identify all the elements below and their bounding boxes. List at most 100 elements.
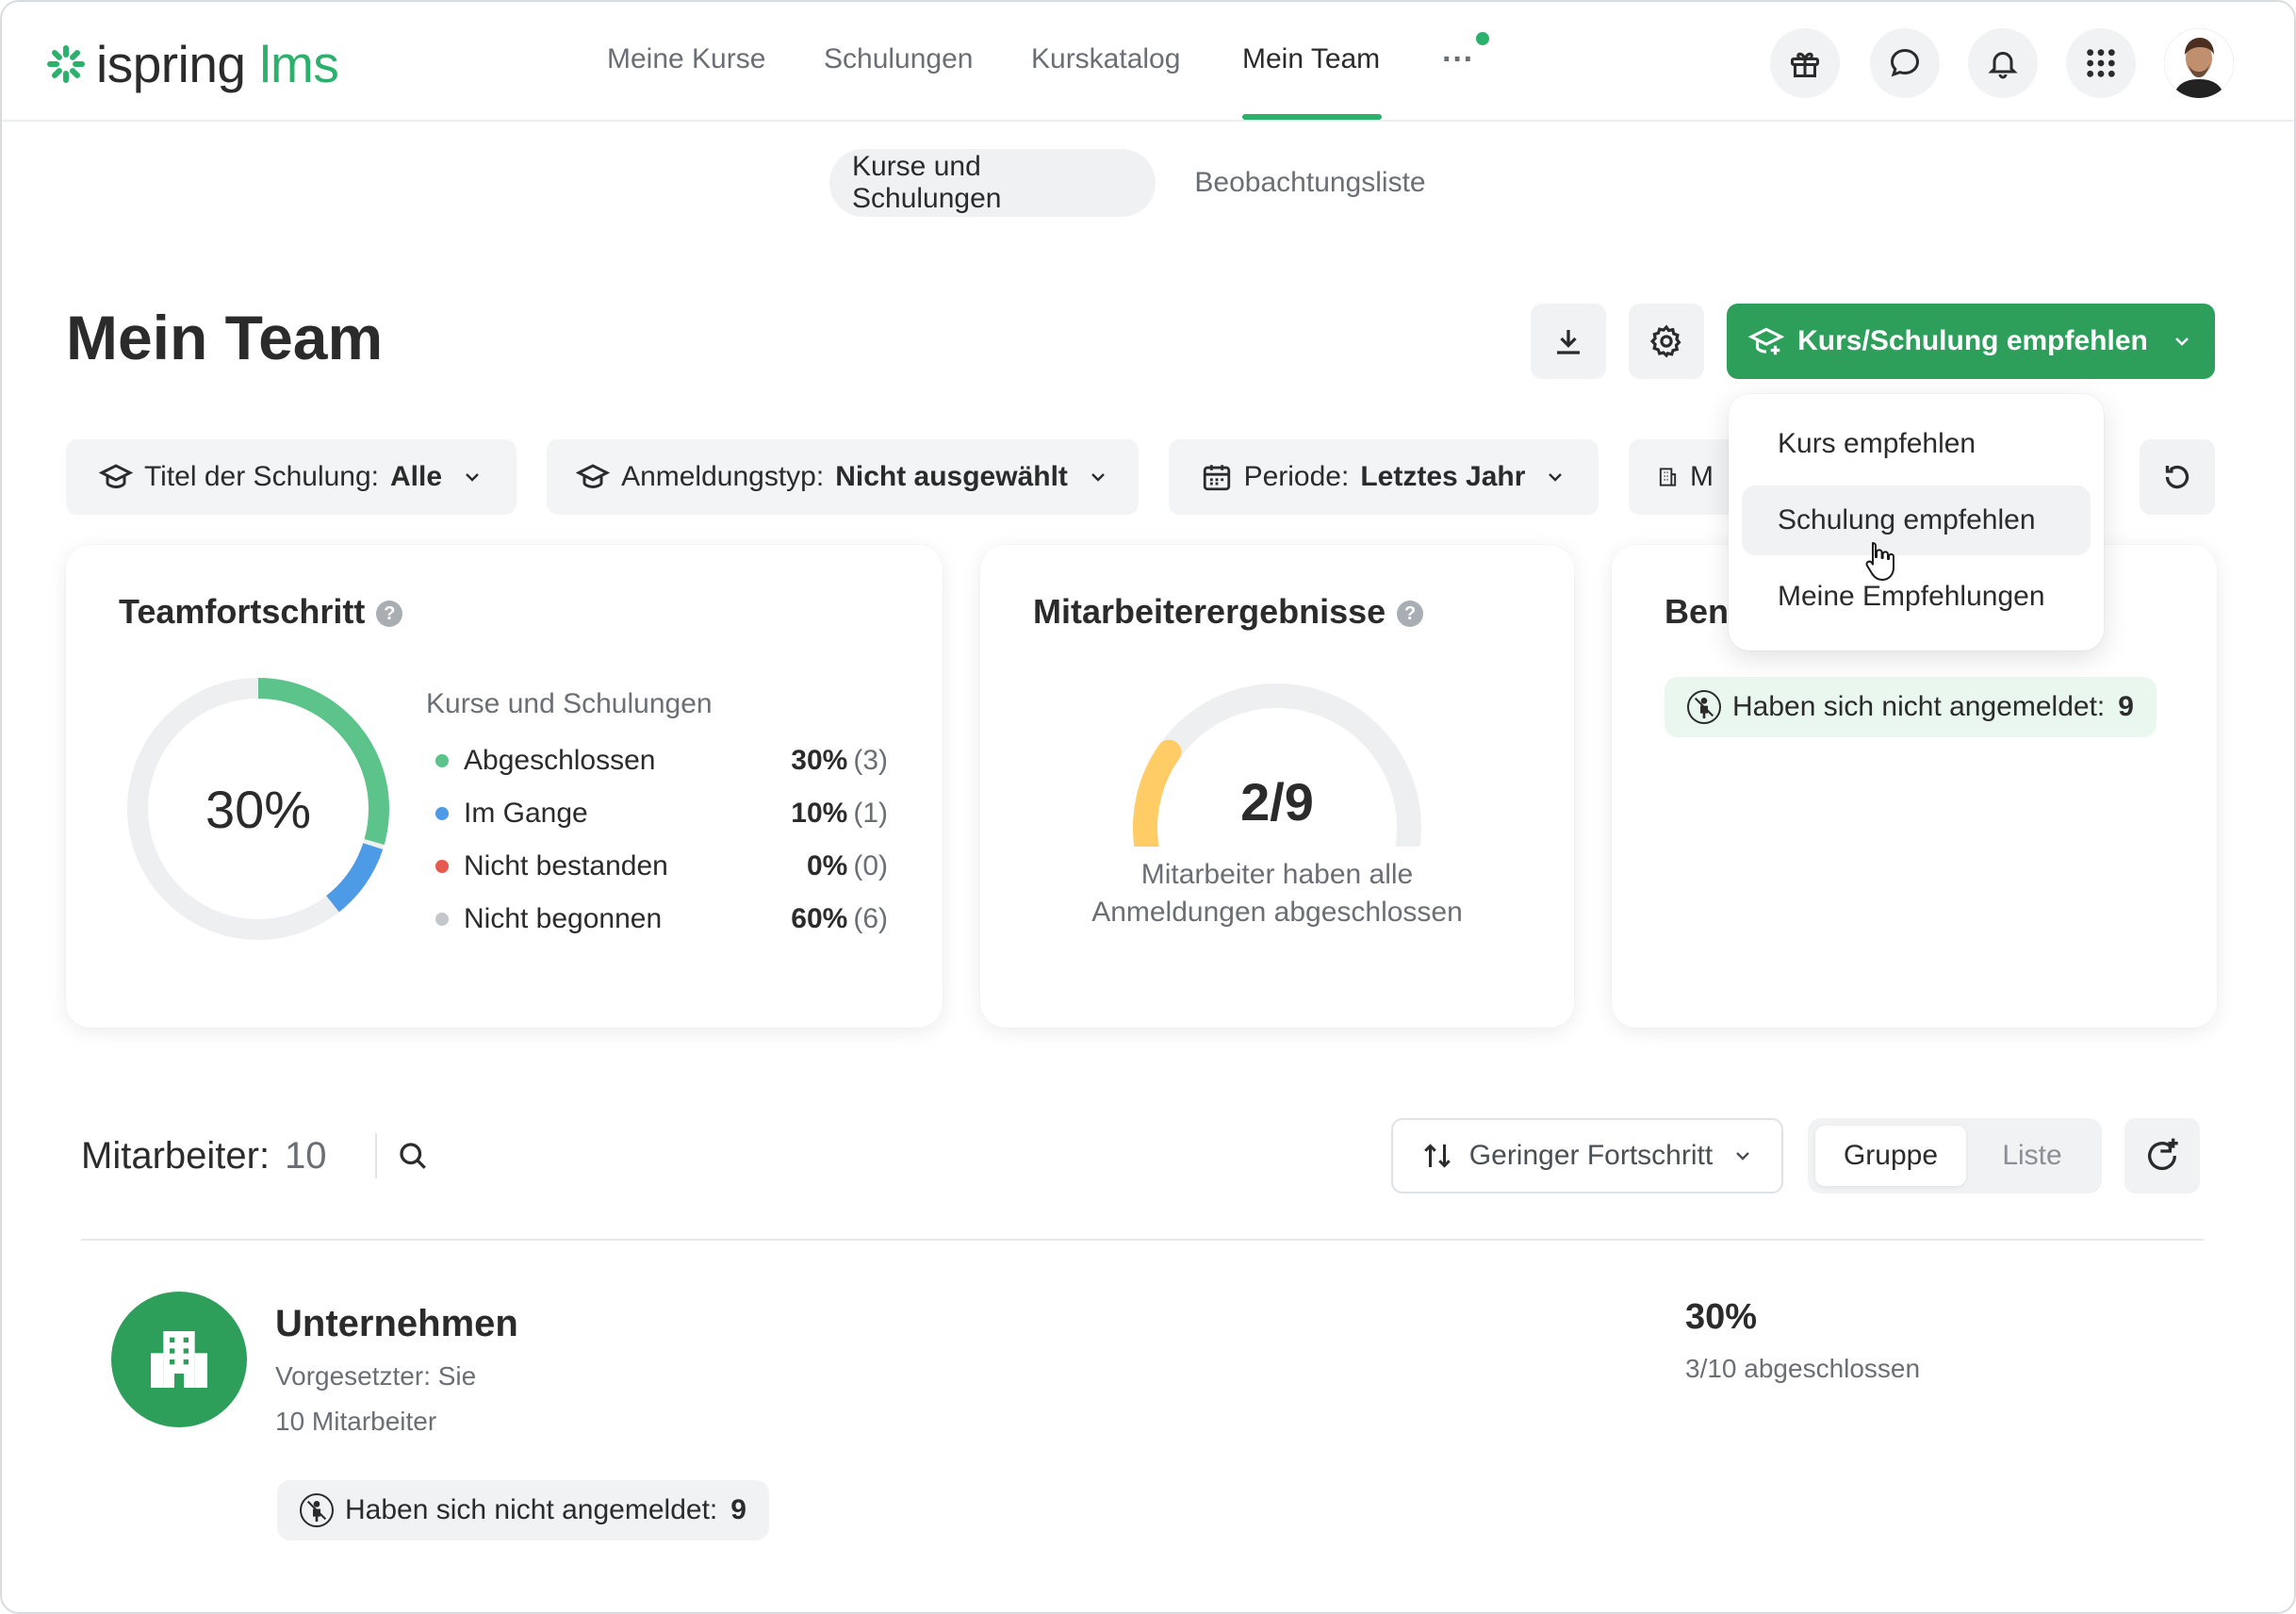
group-manager: Vorgesetzter: Sie [275,1361,477,1391]
chat-icon [1890,48,1920,77]
notification-dot [1476,32,1489,45]
section-divider [81,1239,2204,1241]
legend-row-completed: Abgeschlossen 30% (3) [426,741,888,779]
header-divider [375,1133,377,1178]
reset-icon [2165,465,2189,489]
menu-item-recommend-course[interactable]: Kurs empfehlen [1742,409,2091,479]
nav-active-indicator [1242,114,1382,120]
view-toggle-group[interactable]: Gruppe [1815,1126,1966,1186]
group-progress-pct: 30% [1685,1297,1758,1337]
group-name[interactable]: Unternehmen [275,1303,518,1345]
legend-label: Nicht bestanden [464,850,668,881]
top-header: ispring lms Meine Kurse Schulungen Kursk… [2,2,2294,122]
recommend-button-label: Kurs/Schulung empfehlen [1797,325,2148,356]
gift-button[interactable] [1770,28,1840,98]
card-title-text: Mitarbeiterergebnisse [1033,592,1386,631]
person-crossed-icon [300,1493,334,1527]
gauge-caption: Mitarbeiter haben alle Anmeldungen abges… [980,856,1574,931]
logo[interactable]: ispring lms [45,34,339,94]
legend-dot [435,807,449,820]
download-button[interactable] [1531,304,1606,379]
view-toggle-list[interactable]: Liste [1970,1126,2094,1186]
graduation-cap-plus-icon [1748,327,1785,355]
filter-course-title[interactable]: Titel der Schulung: Alle [66,439,517,515]
gauge-value: 2/9 [1240,772,1314,832]
card-title-text: Teamfortschritt [119,592,366,631]
logo-brand: ispring [96,35,246,93]
filter-value: Letztes Jahr [1360,461,1526,492]
legend-count: (1) [853,798,888,829]
apps-button[interactable] [2066,28,2136,98]
reset-filters-button[interactable] [2140,439,2215,515]
employees-heading: Mitarbeiter: 10 [81,1135,327,1178]
chip-value: 9 [2118,691,2134,722]
progress-subtitle: Kurse und Schulungen [426,688,713,719]
legend-value: 10% (1) [791,798,888,830]
apps-grid-icon [2087,49,2115,77]
team-progress-title: Teamfortschritt? [119,592,403,632]
legend-label: Im Gange [464,798,588,829]
legend-count: (3) [853,745,888,776]
legend-value: 0% (0) [807,850,888,882]
refresh-plus-icon [2148,1138,2178,1171]
help-icon[interactable]: ? [376,601,403,628]
graduation-cap-icon [98,464,133,489]
person-crossed-icon [1687,690,1721,724]
filter-label: M [1690,461,1714,492]
donut-center-value: 30% [205,779,312,839]
subtab-label: Beobachtungsliste [1194,167,1426,198]
chat-button[interactable] [1870,28,1940,98]
employee-search-button[interactable] [388,1129,437,1182]
not-enrolled-chip[interactable]: Haben sich nicht angemeldet: 9 [1665,677,2157,737]
legend-row-in-progress: Im Gange 10% (1) [426,794,888,832]
legend-count: (6) [853,903,888,934]
menu-item-my-recommendations[interactable]: Meine Empfehlungen [1742,562,2091,632]
chevron-down-icon [1549,473,1563,482]
notifications-button[interactable] [1968,28,2038,98]
settings-button[interactable] [1629,304,1704,379]
filter-period[interactable]: Periode: Letztes Jahr [1169,439,1599,515]
app-window: ispring lms Meine Kurse Schulungen Kursk… [0,0,2296,1614]
group-progress-detail: 3/10 abgeschlossen [1685,1354,1921,1383]
legend-dot [435,754,449,767]
avatar-image [2164,28,2234,98]
chevron-down-icon [1736,1152,1750,1161]
nav-more-button[interactable]: ··· [1440,32,1489,89]
progress-legend: Abgeschlossen 30% (3) Im Gange 10% (1) Nic… [426,741,888,934]
user-avatar[interactable] [2164,28,2234,98]
person-crossed-svg [1694,697,1714,718]
filter-label: Periode: [1243,461,1350,492]
subtab-beobachtungsliste[interactable]: Beobachtungsliste [1174,149,1446,217]
search-icon [400,1143,426,1169]
chevron-down-icon [2175,338,2189,346]
sort-select[interactable]: Geringer Fortschritt [1391,1118,1783,1194]
legend-pct: 0% [806,850,848,881]
enrollment-card-title: Ben [1665,592,1730,631]
person-crossed-svg [306,1500,327,1522]
group-not-enrolled-chip[interactable]: Haben sich nicht angemeldet: 9 [277,1480,769,1540]
nav-kurskatalog[interactable]: Kurskatalog [1031,43,1180,75]
view-toggle: Gruppe Liste [1808,1118,2102,1194]
employee-results-card: Mitarbeiterergebnisse? 2/9 Mitarbeiter h… [980,545,1574,1028]
nav-meine-kurse[interactable]: Meine Kurse [607,43,765,75]
add-group-button[interactable] [2124,1118,2200,1194]
filter-enrollment-type[interactable]: Anmeldungstyp: Nicht ausgewählt [547,439,1139,515]
help-icon[interactable]: ? [1397,601,1424,628]
employees-label: Mitarbeiter: [81,1135,271,1177]
recommend-dropdown-menu: Kurs empfehlen Schulung empfehlen Meine … [1729,394,2104,651]
recommend-course-button[interactable]: Kurs/Schulung empfehlen [1727,304,2215,379]
building-icon [1659,468,1677,486]
legend-label: Abgeschlossen [464,745,656,776]
filter-label: Anmeldungstyp: [621,461,825,492]
filter-department[interactable]: M [1629,439,1742,515]
gift-icon [1791,52,1819,77]
graduation-cap-icon [576,464,611,489]
legend-pct: 30% [791,745,848,776]
nav-mein-team[interactable]: Mein Team [1242,43,1380,75]
chip-label: Haben sich nicht angemeldet: [345,1494,718,1525]
more-dots-icon: ··· [1442,41,1474,77]
menu-item-recommend-training[interactable]: Schulung empfehlen [1742,486,2091,555]
group-avatar[interactable] [111,1292,247,1427]
nav-schulungen[interactable]: Schulungen [824,43,973,75]
subtab-kurse-und-schulungen[interactable]: Kurse und Schulungen [829,149,1156,217]
